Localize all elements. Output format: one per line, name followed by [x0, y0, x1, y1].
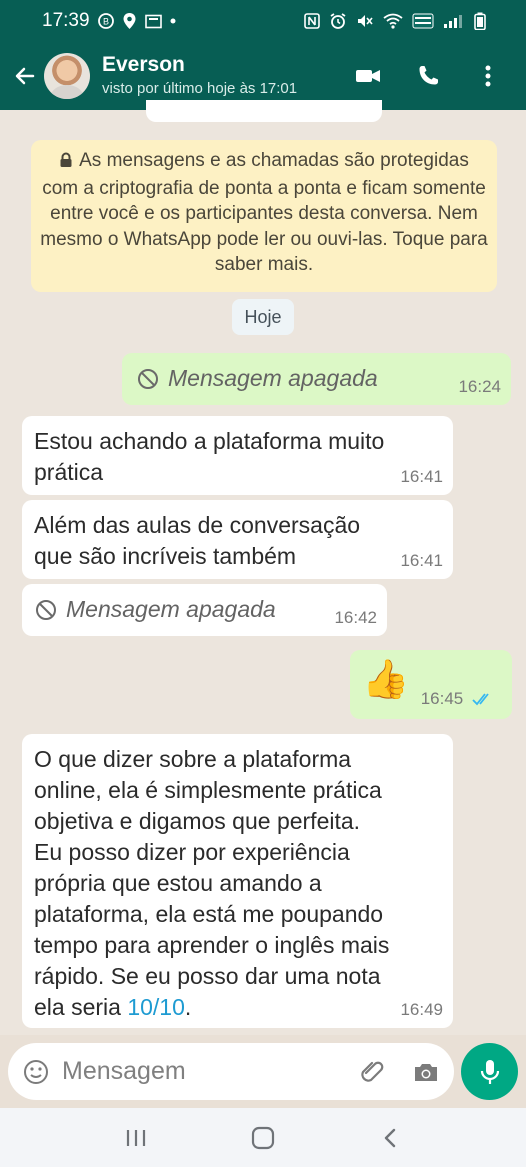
message-line: objetiva e digamos que perfeita. [34, 808, 361, 834]
deleted-message-text: Mensagem apagada [168, 365, 378, 391]
message-line: que são incríveis também [34, 543, 297, 569]
message-line: Eu posso dizer por experiência [34, 839, 350, 865]
more-options-button[interactable] [472, 60, 504, 92]
volte-icon [412, 13, 434, 29]
wifi-icon [383, 13, 403, 29]
message-time: 16:41 [400, 467, 443, 486]
message-text: Além das aulas de conversação que são in… [34, 510, 360, 572]
chat-area[interactable]: As mensagens e as chamadas são protegida… [0, 100, 526, 1035]
message-line: Estou achando a plataforma muito [34, 428, 385, 454]
battery-icon [474, 12, 486, 30]
recent-apps-button[interactable] [117, 1119, 155, 1157]
message-time: 16:49 [400, 1000, 443, 1019]
message-outgoing-deleted[interactable]: Mensagem apagada 16:24 [122, 353, 511, 405]
rating-link[interactable]: 10/10 [127, 994, 185, 1020]
video-call-button[interactable] [352, 60, 384, 92]
deleted-message-text: Mensagem apagada [66, 596, 276, 622]
message-time: 16:41 [400, 551, 443, 570]
back-button[interactable] [8, 52, 42, 100]
message-time: 16:42 [334, 608, 377, 627]
header-actions [352, 60, 526, 92]
microphone-icon [480, 1059, 499, 1084]
back-chevron-icon [385, 1128, 396, 1147]
deleted-message-content: Mensagem apagada [136, 363, 378, 394]
message-outgoing-emoji[interactable]: 👍 16:45 [350, 650, 512, 719]
home-button[interactable] [244, 1119, 282, 1157]
recent-apps-icon [126, 1129, 145, 1146]
contact-last-seen: visto por último hoje às 17:01 [102, 80, 298, 97]
message-line-suffix: . [184, 994, 192, 1020]
deleted-message-content: Mensagem apagada [34, 594, 276, 625]
voice-call-button[interactable] [412, 60, 444, 92]
date-chip-partial [146, 100, 382, 122]
message-line: prática [34, 459, 104, 485]
day-separator: Hoje [232, 299, 294, 335]
message-text: O que dizer sobre a plataforma online, e… [34, 744, 389, 1023]
blocked-icon [138, 368, 158, 389]
composer-actions [358, 1058, 440, 1086]
svg-text:B: B [103, 16, 109, 26]
mute-icon [356, 12, 374, 30]
attach-icon[interactable] [358, 1058, 386, 1086]
message-line: online, ela é simplesmente prática [34, 777, 382, 803]
message-time-with-status: 16:45 [421, 689, 494, 711]
kebab-menu-icon [485, 65, 491, 87]
message-line: O que dizer sobre a plataforma [34, 746, 352, 772]
message-line: rápido. Se eu posso dar uma nota [34, 963, 381, 989]
microphone-button[interactable] [461, 1043, 518, 1100]
blocked-icon [36, 599, 56, 620]
emoji-icon[interactable] [22, 1058, 50, 1086]
system-navigation-bar [0, 1108, 526, 1167]
video-camera-icon [356, 70, 380, 82]
message-time: 16:45 [420, 689, 464, 708]
message-line: própria que estou amando a [34, 870, 322, 896]
location-icon [122, 12, 137, 30]
message-line: Além das aulas de conversação [34, 512, 361, 538]
message-incoming[interactable]: Estou achando a plataforma muito prática… [22, 416, 453, 495]
lock-icon [59, 150, 73, 176]
message-composer[interactable]: Mensagem [8, 1043, 454, 1100]
thumbs-up-emoji: 👍 [362, 659, 410, 701]
encryption-notice-text: As mensagens e as chamadas são protegida… [40, 150, 488, 275]
message-incoming-deleted[interactable]: Mensagem apagada 16:42 [22, 584, 387, 636]
status-left: 17:39 B [42, 10, 176, 32]
read-receipt-icon [472, 691, 494, 711]
message-incoming[interactable]: Além das aulas de conversação que são in… [22, 500, 453, 579]
status-right [304, 12, 486, 30]
camera-icon[interactable] [412, 1058, 440, 1086]
signal-icon [443, 13, 465, 29]
message-line: tempo para aprender o inglês mais [34, 932, 390, 958]
gallery-icon [144, 14, 162, 29]
nfc-icon [304, 13, 320, 29]
message-time: 16:24 [458, 377, 501, 396]
message-line: ela seria 10/10. [34, 992, 389, 1023]
encryption-notice[interactable]: As mensagens e as chamadas são protegida… [31, 140, 497, 292]
bluetooth-icon: B [97, 13, 114, 29]
message-input[interactable]: Mensagem [62, 1057, 358, 1086]
status-time: 17:39 [42, 10, 90, 31]
phone-icon [419, 66, 438, 85]
contact-info[interactable]: Everson visto por último hoje às 17:01 [102, 53, 297, 99]
home-icon [251, 1126, 275, 1149]
day-label: Hoje [244, 306, 282, 327]
message-incoming-long[interactable]: O que dizer sobre a plataforma online, e… [22, 734, 453, 1028]
back-nav-button[interactable] [371, 1119, 409, 1157]
message-line-prefix: ela seria [34, 994, 128, 1020]
contact-avatar[interactable] [44, 53, 90, 99]
back-arrow-icon [15, 67, 35, 85]
alarm-icon [329, 12, 347, 30]
notification-dot-icon [170, 18, 176, 24]
message-line: plataforma, ela está me poupando [34, 901, 384, 927]
contact-name: Everson [102, 53, 185, 76]
message-text: Estou achando a plataforma muito prática [34, 426, 384, 488]
status-bar: 17:39 B [0, 0, 526, 42]
